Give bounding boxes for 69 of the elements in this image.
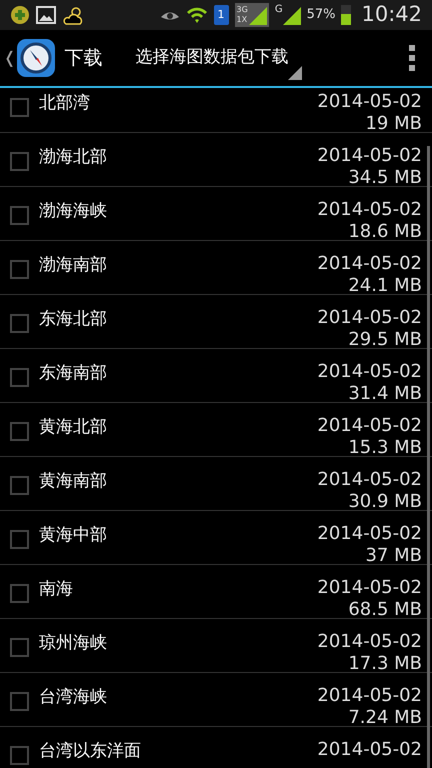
chart-name: 渤海北部 [39, 147, 107, 167]
checkbox[interactable] [10, 422, 29, 441]
chart-name: 黄海中部 [39, 525, 107, 545]
size-label: 19 MB [365, 113, 422, 135]
battery-percent: 57% [306, 6, 336, 24]
date-label: 2014-05-02 [317, 253, 422, 275]
app-title: 下载 [64, 46, 102, 71]
image-icon [36, 6, 56, 24]
date-label: 2014-05-02 [317, 685, 422, 707]
list-item[interactable]: 北部湾 2014-05-02 19 MB [0, 88, 432, 133]
size-label: 15.3 MB [348, 437, 422, 459]
checkbox[interactable] [10, 260, 29, 279]
checkbox[interactable] [10, 476, 29, 495]
date-label: 2014-05-02 [317, 199, 422, 221]
sim-badge: 1 [214, 5, 229, 25]
checkbox[interactable] [10, 530, 29, 549]
checkbox[interactable] [10, 314, 29, 333]
checkbox[interactable] [10, 638, 29, 657]
size-label: 68.5 MB [348, 599, 422, 621]
chart-name: 东海北部 [39, 309, 107, 329]
date-label: 2014-05-02 [317, 361, 422, 383]
date-label: 2014-05-02 [317, 631, 422, 653]
checkbox[interactable] [10, 98, 29, 117]
size-label: 17.3 MB [348, 653, 422, 675]
date-label: 2014-05-02 [317, 523, 422, 545]
size-label: 37 MB [365, 545, 422, 567]
size-label: 29.5 MB [348, 329, 422, 351]
checkbox[interactable] [10, 692, 29, 711]
chart-name: 北部湾 [39, 93, 90, 113]
chart-name: 黄海北部 [39, 417, 107, 437]
network-type: G [274, 5, 283, 15]
size-label: 24.1 MB [348, 275, 422, 297]
category-dropdown[interactable]: 选择海图数据包下载 [135, 30, 302, 86]
date-label: 2014-05-02 [317, 469, 422, 491]
clock: 10:42 [361, 1, 422, 28]
date-label: 2014-05-02 [317, 307, 422, 329]
size-label: 34.5 MB [348, 167, 422, 189]
plus-icon [10, 5, 30, 25]
wifi-icon [186, 5, 208, 25]
network-type: 1X [236, 15, 248, 25]
date-label: 2014-05-02 [317, 739, 422, 761]
chart-name: 黄海南部 [39, 471, 107, 491]
date-label: 2014-05-02 [317, 577, 422, 599]
chart-name: 东海南部 [39, 363, 107, 383]
signal-icon [282, 5, 301, 25]
back-button[interactable]: ❬ [0, 30, 60, 86]
checkbox[interactable] [10, 206, 29, 225]
chart-name: 渤海南部 [39, 255, 107, 275]
dropdown-corner-icon [288, 66, 302, 80]
checkbox[interactable] [10, 584, 29, 603]
size-label: 18.6 MB [348, 221, 422, 243]
date-label: 2014-05-02 [317, 91, 422, 113]
chart-name: 台湾以东洋面 [39, 741, 141, 761]
size-label: 30.9 MB [348, 491, 422, 513]
chart-name: 南海 [39, 579, 73, 599]
date-label: 2014-05-02 [317, 145, 422, 167]
battery-icon [341, 5, 352, 25]
compass-icon [16, 38, 56, 78]
size-label: 31.4 MB [348, 383, 422, 405]
chart-name: 琼州海峡 [39, 633, 107, 653]
date-label: 2014-05-02 [317, 415, 422, 437]
signal-icon [248, 5, 267, 25]
size-label: 7.24 MB [348, 707, 422, 729]
checkbox[interactable] [10, 152, 29, 171]
chart-name: 台湾海峡 [39, 687, 107, 707]
chart-name: 渤海海峡 [39, 201, 107, 221]
network-type: 3G [236, 5, 248, 15]
checkbox[interactable] [10, 368, 29, 387]
checkbox[interactable] [10, 746, 29, 765]
